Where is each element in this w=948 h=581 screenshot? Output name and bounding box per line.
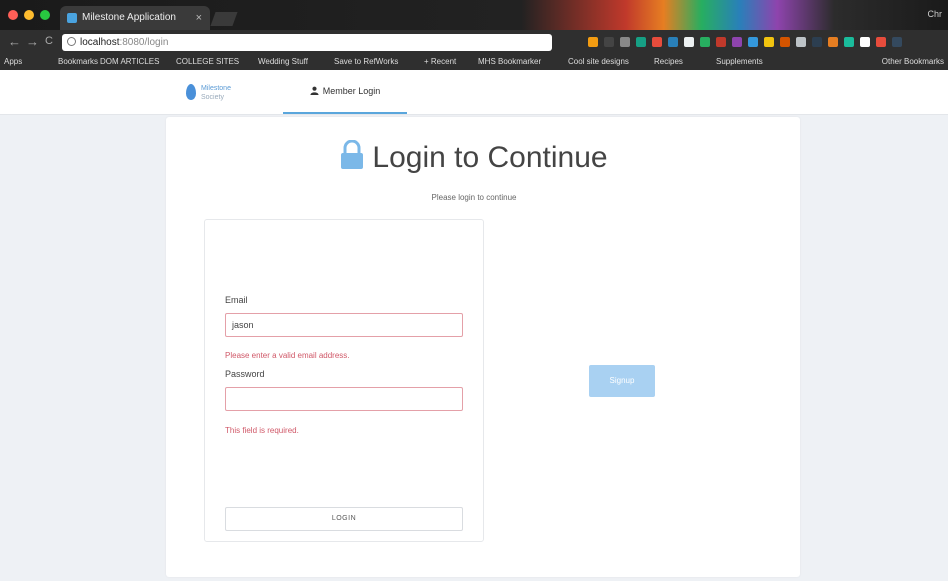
extension-icon[interactable] xyxy=(652,37,662,47)
bookmark-item[interactable]: MHS Bookmarker xyxy=(478,54,541,70)
close-window-button[interactable] xyxy=(8,10,18,20)
login-form xyxy=(204,219,484,542)
tab-member-login[interactable]: Member Login xyxy=(283,70,407,114)
bookmarks-bar: Other Bookmarks Apps Bookmarks DOM ARTICLE… xyxy=(0,54,948,70)
new-tab-button[interactable] xyxy=(210,12,238,26)
app-navbar: Milestone Society Member Login xyxy=(0,70,948,115)
password-field[interactable] xyxy=(225,387,463,411)
bookmark-item[interactable]: Bookmarks xyxy=(58,54,98,70)
reload-icon[interactable]: C xyxy=(45,35,53,47)
bookmark-item[interactable]: DOM ARTICLES xyxy=(100,54,159,70)
lock-icon xyxy=(341,140,364,169)
tab-title: Milestone Application xyxy=(82,12,176,23)
bookmark-item[interactable]: Cool site designs xyxy=(568,54,629,70)
extension-icons xyxy=(588,37,902,47)
password-error: This field is required. xyxy=(225,426,299,435)
url-path: :8080/login xyxy=(119,37,169,48)
extension-icon[interactable] xyxy=(796,37,806,47)
signup-button[interactable]: Signup xyxy=(589,365,655,397)
extension-icon[interactable] xyxy=(732,37,742,47)
profile-button[interactable]: Chr xyxy=(927,9,942,19)
logo-text: Milestone xyxy=(201,85,231,92)
page-title: Login to Continue xyxy=(0,140,948,175)
bookmark-item[interactable]: Save to RefWorks xyxy=(334,54,398,70)
browser-tab[interactable]: Milestone Application × xyxy=(60,6,210,30)
extension-icon[interactable] xyxy=(780,37,790,47)
extension-icon[interactable] xyxy=(748,37,758,47)
extension-icon[interactable] xyxy=(892,37,902,47)
tab-close-icon[interactable]: × xyxy=(196,6,202,30)
login-button[interactable]: LOGIN xyxy=(225,507,463,531)
bookmark-item[interactable]: COLLEGE SITES xyxy=(176,54,239,70)
extension-icon[interactable] xyxy=(636,37,646,47)
logo-subtext: Society xyxy=(201,94,224,101)
password-label: Password xyxy=(225,369,265,379)
site-logo[interactable]: Milestone Society xyxy=(186,84,256,106)
address-bar[interactable]: localhost:8080/login xyxy=(62,34,552,51)
extension-icon[interactable] xyxy=(684,37,694,47)
bookmark-item[interactable]: + Recent xyxy=(424,54,456,70)
url-host: localhost xyxy=(80,37,120,48)
extension-icon[interactable] xyxy=(668,37,678,47)
browser-titlebar: Milestone Application × Chr xyxy=(0,0,948,30)
bookmark-item[interactable]: Apps xyxy=(4,54,22,70)
logo-icon xyxy=(186,84,196,100)
info-icon[interactable] xyxy=(67,37,76,46)
minimize-window-button[interactable] xyxy=(24,10,34,20)
extension-icon[interactable] xyxy=(844,37,854,47)
browser-toolbar: ← → C localhost:8080/login xyxy=(0,30,948,54)
extension-icon[interactable] xyxy=(620,37,630,47)
extension-icon[interactable] xyxy=(828,37,838,47)
back-icon[interactable]: ← xyxy=(8,34,21,49)
member-login-label: Member Login xyxy=(322,86,381,96)
extension-icon[interactable] xyxy=(700,37,710,47)
extension-icon[interactable] xyxy=(860,37,870,47)
extension-icon[interactable] xyxy=(604,37,614,47)
email-field[interactable]: jason xyxy=(225,313,463,337)
page-title-text: Login to Continue xyxy=(372,141,608,174)
extension-icon[interactable] xyxy=(764,37,774,47)
bookmark-item[interactable]: Wedding Stuff xyxy=(258,54,308,70)
maximize-window-button[interactable] xyxy=(40,10,50,20)
bookmark-item[interactable]: Supplements xyxy=(716,54,763,70)
extension-icon[interactable] xyxy=(588,37,598,47)
extension-icon[interactable] xyxy=(812,37,822,47)
bookmark-other[interactable]: Other Bookmarks xyxy=(882,54,944,70)
email-label: Email xyxy=(225,295,248,305)
extension-icon[interactable] xyxy=(716,37,726,47)
page-subtitle: Please login to continue xyxy=(431,193,517,202)
user-icon xyxy=(310,86,319,95)
email-error: Please enter a valid email address. xyxy=(225,351,350,360)
favicon-icon xyxy=(67,13,77,23)
bookmark-item[interactable]: Recipes xyxy=(654,54,683,70)
extension-icon[interactable] xyxy=(876,37,886,47)
forward-icon[interactable]: → xyxy=(26,34,39,49)
